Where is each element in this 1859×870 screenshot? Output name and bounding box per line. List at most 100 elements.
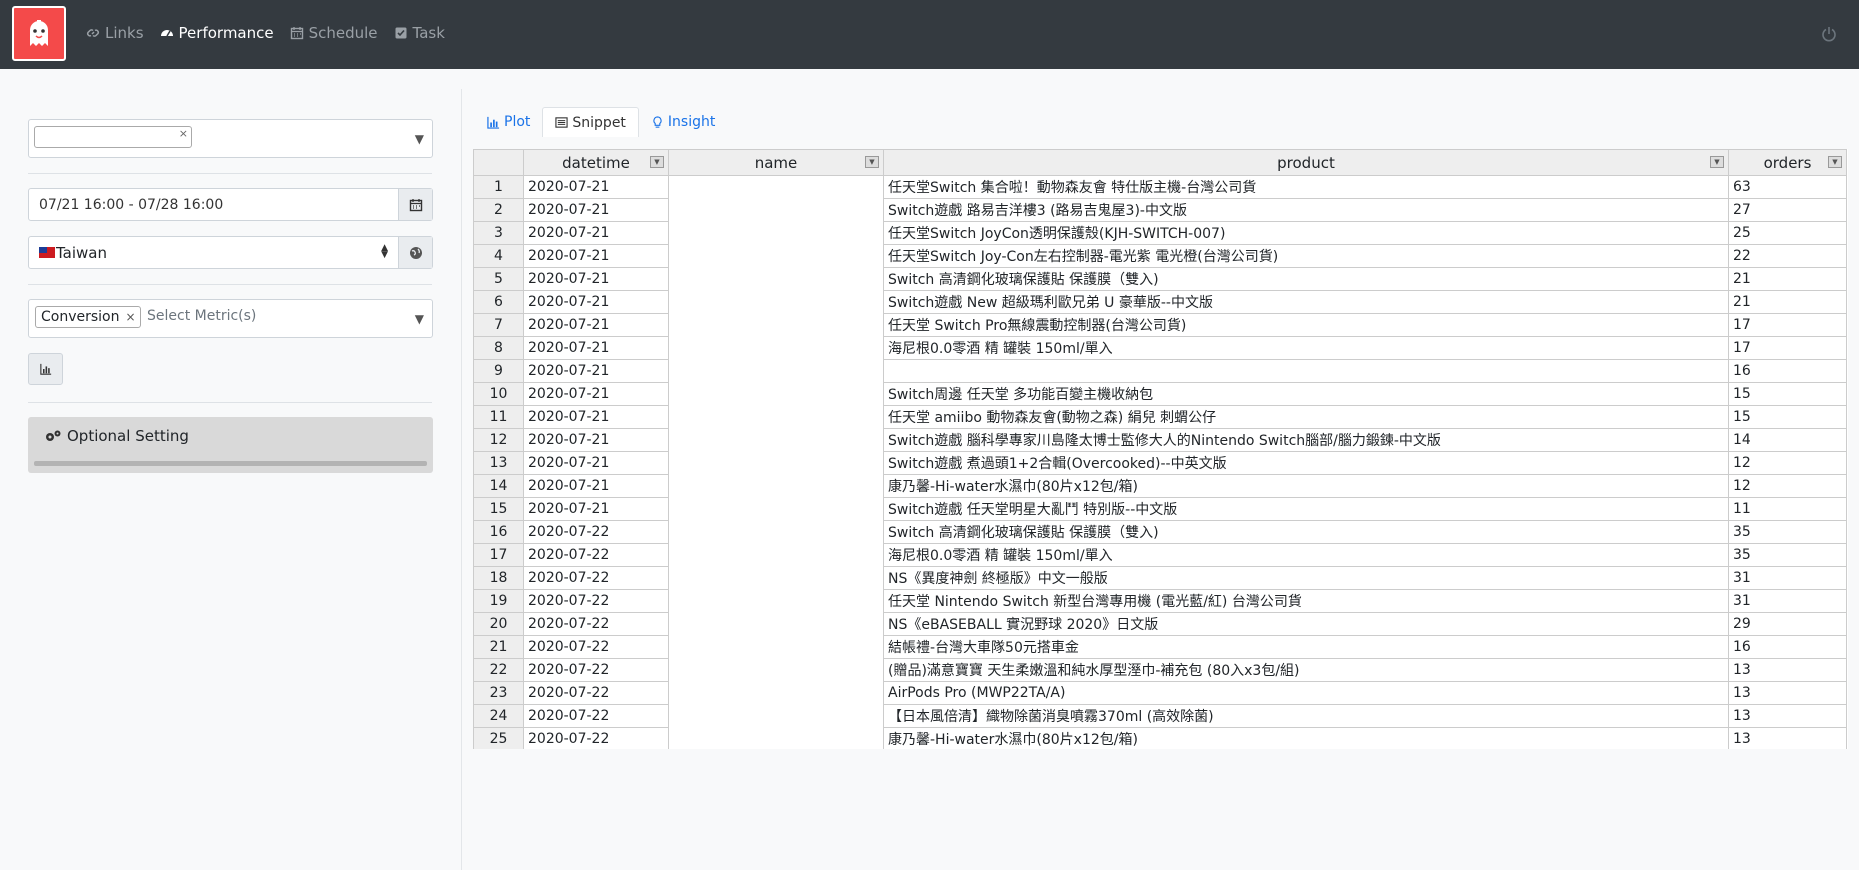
- app-logo[interactable]: [12, 6, 66, 61]
- country-select[interactable]: Taiwan ▲ ▼: [28, 236, 433, 269]
- name-cell[interactable]: [668, 635, 884, 659]
- product-cell[interactable]: AirPods Pro (MWP22TA/A): [883, 681, 1729, 705]
- product-cell[interactable]: Switch遊戲 任天堂明星大亂鬥 特別版--中文版: [883, 497, 1729, 521]
- name-cell[interactable]: [668, 198, 884, 222]
- row-index-cell[interactable]: 24: [473, 704, 524, 728]
- product-cell[interactable]: 任天堂Switch 集合啦！動物森友會 特仕版主機-台灣公司貨: [883, 175, 1729, 199]
- name-cell[interactable]: [668, 382, 884, 406]
- datetime-cell[interactable]: 2020-07-21: [523, 336, 669, 360]
- datetime-cell[interactable]: 2020-07-21: [523, 382, 669, 406]
- datetime-cell[interactable]: 2020-07-21: [523, 290, 669, 314]
- row-index-cell[interactable]: 23: [473, 681, 524, 705]
- chevron-down-icon[interactable]: ▼: [415, 312, 424, 326]
- clear-icon[interactable]: ×: [179, 127, 188, 140]
- orders-cell[interactable]: 11: [1728, 497, 1847, 521]
- table-row[interactable]: 9 2020-07-21 16: [473, 359, 1847, 383]
- product-cell[interactable]: 海尼根0.0零酒 精 罐裝 150ml/單入: [883, 336, 1729, 360]
- filter-icon[interactable]: ▼: [1828, 156, 1842, 168]
- name-cell[interactable]: [668, 589, 884, 613]
- orders-cell[interactable]: 31: [1728, 589, 1847, 613]
- row-index-cell[interactable]: 8: [473, 336, 524, 360]
- row-index-cell[interactable]: 7: [473, 313, 524, 337]
- product-cell[interactable]: 【日本風倍清】織物除菌消臭噴霧370ml (高效除菌): [883, 704, 1729, 728]
- orders-cell[interactable]: 13: [1728, 681, 1847, 705]
- orders-cell[interactable]: 14: [1728, 428, 1847, 452]
- name-cell[interactable]: [668, 543, 884, 567]
- orders-cell[interactable]: 22: [1728, 244, 1847, 268]
- name-cell[interactable]: [668, 359, 884, 383]
- metric-select[interactable]: Conversion × Select Metric(s) ▼: [28, 299, 433, 338]
- row-index-cell[interactable]: 14: [473, 474, 524, 498]
- product-cell[interactable]: 任天堂Switch JoyCon透明保護殼(KJH-SWITCH-007): [883, 221, 1729, 245]
- optional-setting-header[interactable]: Optional Setting: [44, 427, 189, 445]
- row-index-cell[interactable]: 12: [473, 428, 524, 452]
- table-row[interactable]: 24 2020-07-22 【日本風倍清】織物除菌消臭噴霧370ml (高效除菌) 1…: [473, 704, 1847, 728]
- name-cell[interactable]: [668, 520, 884, 544]
- product-cell[interactable]: Switch遊戲 煮過頭1+2合輯(Overcooked)--中英文版: [883, 451, 1729, 475]
- filter-icon[interactable]: ▼: [1710, 156, 1724, 168]
- product-cell[interactable]: Switch 高清鋼化玻璃保護貼 保護膜（雙入): [883, 520, 1729, 544]
- product-cell[interactable]: 康乃馨-Hi-water水濕巾(80片x12包/箱): [883, 727, 1729, 749]
- name-cell[interactable]: [668, 244, 884, 268]
- orders-cell[interactable]: 35: [1728, 520, 1847, 544]
- nav-schedule[interactable]: Schedule: [290, 24, 378, 42]
- globe-button[interactable]: [398, 237, 432, 268]
- table-row[interactable]: 3 2020-07-21 任天堂Switch JoyCon透明保護殼(KJH-SWI…: [473, 221, 1847, 245]
- orders-cell[interactable]: 21: [1728, 267, 1847, 291]
- row-index-cell[interactable]: 11: [473, 405, 524, 429]
- table-row[interactable]: 19 2020-07-22 任天堂 Nintendo Switch 新型台灣專用機 …: [473, 589, 1847, 613]
- product-cell[interactable]: 任天堂 Nintendo Switch 新型台灣專用機 (電光藍/紅) 台灣公司…: [883, 589, 1729, 613]
- name-cell[interactable]: [668, 267, 884, 291]
- orders-cell[interactable]: 27: [1728, 198, 1847, 222]
- row-index-cell[interactable]: 22: [473, 658, 524, 682]
- calendar-button[interactable]: [398, 189, 432, 220]
- datetime-cell[interactable]: 2020-07-21: [523, 221, 669, 245]
- row-index-cell[interactable]: 21: [473, 635, 524, 659]
- table-row[interactable]: 16 2020-07-22 Switch 高清鋼化玻璃保護貼 保護膜（雙入) 35: [473, 520, 1847, 544]
- orders-cell[interactable]: 17: [1728, 313, 1847, 337]
- name-cell[interactable]: [668, 727, 884, 749]
- name-cell[interactable]: [668, 497, 884, 521]
- row-index-cell[interactable]: 5: [473, 267, 524, 291]
- name-cell[interactable]: [668, 474, 884, 498]
- column-header-datetime[interactable]: datetime ▼: [523, 149, 669, 176]
- table-row[interactable]: 25 2020-07-22 康乃馨-Hi-water水濕巾(80片x12包/箱) 13: [473, 727, 1847, 749]
- datetime-cell[interactable]: 2020-07-22: [523, 589, 669, 613]
- table-row[interactable]: 2 2020-07-21 Switch遊戲 路易吉洋樓3 (路易吉鬼屋3)-中文版 2…: [473, 198, 1847, 222]
- orders-cell[interactable]: 13: [1728, 658, 1847, 682]
- product-cell[interactable]: 海尼根0.0零酒 精 罐裝 150ml/單入: [883, 543, 1729, 567]
- datetime-cell[interactable]: 2020-07-21: [523, 428, 669, 452]
- name-cell[interactable]: [668, 428, 884, 452]
- orders-cell[interactable]: 15: [1728, 382, 1847, 406]
- name-cell[interactable]: [668, 451, 884, 475]
- orders-cell[interactable]: 25: [1728, 221, 1847, 245]
- row-index-cell[interactable]: 10: [473, 382, 524, 406]
- row-index-cell[interactable]: 15: [473, 497, 524, 521]
- name-cell[interactable]: [668, 405, 884, 429]
- name-cell[interactable]: [668, 290, 884, 314]
- account-select[interactable]: × ▼: [28, 119, 433, 158]
- table-row[interactable]: 20 2020-07-22 NS《eBASEBALL 實況野球 2020》日文版 29: [473, 612, 1847, 636]
- datetime-cell[interactable]: 2020-07-21: [523, 244, 669, 268]
- orders-cell[interactable]: 31: [1728, 566, 1847, 590]
- orders-cell[interactable]: 16: [1728, 359, 1847, 383]
- orders-cell[interactable]: 15: [1728, 405, 1847, 429]
- filter-icon[interactable]: ▼: [650, 156, 664, 168]
- account-tag-input[interactable]: ×: [34, 126, 192, 148]
- orders-cell[interactable]: 12: [1728, 474, 1847, 498]
- row-index-cell[interactable]: 2: [473, 198, 524, 222]
- row-index-cell[interactable]: 1: [473, 175, 524, 199]
- product-cell[interactable]: 任天堂Switch Joy-Con左右控制器-電光紫 電光橙(台灣公司貨): [883, 244, 1729, 268]
- orders-cell[interactable]: 12: [1728, 451, 1847, 475]
- product-cell[interactable]: (贈品)滿意寶寶 天生柔嫩溫和純水厚型溼巾-補充包 (80入x3包/組): [883, 658, 1729, 682]
- name-cell[interactable]: [668, 313, 884, 337]
- table-row[interactable]: 21 2020-07-22 結帳禮-台灣大車隊50元搭車金 16: [473, 635, 1847, 659]
- table-row[interactable]: 7 2020-07-21 任天堂 Switch Pro無線震動控制器(台灣公司貨) 1…: [473, 313, 1847, 337]
- product-cell[interactable]: [883, 359, 1729, 383]
- row-index-cell[interactable]: 18: [473, 566, 524, 590]
- date-range-input[interactable]: 07/21 16:00 - 07/28 16:00: [28, 188, 433, 221]
- nav-task[interactable]: Task: [394, 24, 445, 42]
- column-header-name[interactable]: name ▼: [668, 149, 884, 176]
- datetime-cell[interactable]: 2020-07-21: [523, 497, 669, 521]
- datetime-cell[interactable]: 2020-07-21: [523, 474, 669, 498]
